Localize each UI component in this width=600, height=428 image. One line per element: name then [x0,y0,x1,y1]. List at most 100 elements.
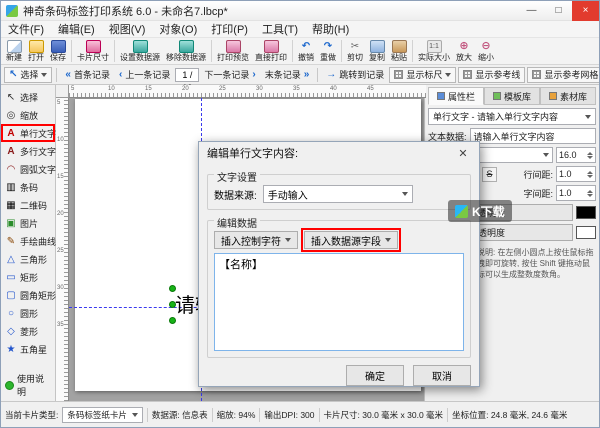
spinner-arrows-icon[interactable] [587,190,593,197]
rectangle-icon: ▭ [5,272,17,283]
show-guides-button[interactable]: 显示参考线 [458,67,525,83]
menu-help[interactable]: 帮助(H) [305,20,356,38]
tool-rectangle[interactable]: ▭矩形 [1,268,55,286]
tool-palette: ↖选择 ◎缩放 A单行文字 A多行文字 ◠圆弧文字 ▥条码 ▦二维码 ▣图片 ✎… [1,85,56,401]
materials-tab-icon [549,92,557,100]
text-content-textarea[interactable]: 【名称】 [214,253,464,351]
minimize-button[interactable]: — [518,1,545,21]
paste-button[interactable]: 粘贴 [388,38,410,64]
circle-icon: ○ [5,308,17,319]
tool-freehand-curve[interactable]: ✎手绘曲线 [1,232,55,250]
tool-multi-line-text[interactable]: A多行文字 [1,142,55,160]
copy-icon [370,40,385,53]
tool-barcode[interactable]: ▥条码 [1,178,55,196]
tool-single-line-text[interactable]: A单行文字 [1,124,55,142]
tool-arc-text[interactable]: ◠圆弧文字 [1,160,55,178]
tool-qrcode[interactable]: ▦二维码 [1,196,55,214]
menu-view[interactable]: 视图(V) [102,20,153,38]
watermark: K下载 [448,200,512,222]
tool-image[interactable]: ▣图片 [1,214,55,232]
tool-select[interactable]: ↖选择 [1,88,55,106]
tab-properties[interactable]: 属性栏 [428,87,484,105]
tool-circle[interactable]: ○圆形 [1,304,55,322]
zoom-in-button[interactable]: ⊕放大 [453,38,475,64]
undo-button[interactable]: ↶撤销 [295,38,317,64]
selection-handle-top[interactable] [169,285,176,292]
last-record-button[interactable]: 末条记录» [261,67,314,82]
first-record-button[interactable]: «首条记录 [61,67,114,82]
char-spacing-spinner[interactable]: 1.0 [556,185,596,201]
redo-button[interactable]: ↷重做 [317,38,339,64]
menu-print[interactable]: 打印(P) [204,20,255,38]
open-button[interactable]: 打开 [25,38,47,64]
show-ruler-button[interactable]: 显示标尺 [389,67,456,83]
actual-size-button[interactable]: 1:1实际大小 [415,38,453,64]
zoom-out-button[interactable]: ⊖缩小 [475,38,497,64]
next-record-icon: › [252,70,255,79]
text-color-swatch[interactable] [576,206,596,219]
toolbar-separator [211,40,212,62]
line-spacing-spinner[interactable]: 1.0 [556,166,596,182]
tool-diamond[interactable]: ◇菱形 [1,322,55,340]
print-preview-button[interactable]: 打印预览 [214,38,252,64]
triangle-icon: △ [5,254,17,265]
object-select-combo[interactable]: 单行文字 - 请输入单行文字内容 [428,108,596,125]
insert-datasource-field-button[interactable]: 插入数据源字段 [304,231,398,249]
direct-print-button[interactable]: 直接打印 [252,38,290,64]
maximize-button[interactable]: □ [545,1,572,21]
new-button[interactable]: 新建 [3,38,25,64]
toolbar-separator [71,40,72,62]
save-button[interactable]: 保存 [47,38,69,64]
edit-data-group: 编辑数据 插入控制字符 插入数据源字段 【名称】 [207,220,471,358]
font-size-spinner[interactable]: 16.0 [556,147,596,163]
menu-tools[interactable]: 工具(T) [255,20,305,38]
ruler-vertical: 5101520253035 [56,98,69,401]
spinner-arrows-icon[interactable] [587,152,593,159]
goto-record-button[interactable]: →跳转到记录 [322,67,388,82]
last-record-icon: » [304,70,310,79]
close-button[interactable]: × [572,1,599,21]
tool-rounded-rectangle[interactable]: ▢圆角矩形 [1,286,55,304]
set-datasource-button[interactable]: 设置数据源 [117,38,163,64]
menu-edit[interactable]: 编辑(E) [51,20,102,38]
next-record-button[interactable]: 下一条记录› [200,67,259,82]
dialog-close-button[interactable]: ✕ [449,142,477,164]
card-size-button[interactable]: 卡片尺寸 [74,38,112,64]
data-source-combo[interactable]: 手动输入 [263,185,413,203]
cancel-button[interactable]: 取消 [413,365,471,386]
strikethrough-button[interactable]: S [482,167,497,182]
text-data-input[interactable]: 请输入单行文字内容 [470,128,596,144]
data-source-label: 数据来源: [214,187,257,202]
toolbar-separator [114,40,115,62]
tool-triangle[interactable]: △三角形 [1,250,55,268]
spinner-arrows-icon[interactable] [587,171,593,178]
help-button[interactable]: 使用说明 [1,369,55,401]
cut-button[interactable]: ✂剪切 [344,38,366,64]
prev-record-button[interactable]: ‹上一条记录 [115,67,174,82]
ok-button[interactable]: 确定 [346,365,404,386]
remove-datasource-button[interactable]: 移除数据源 [163,38,209,64]
tab-materials[interactable]: 素材库 [540,87,596,105]
selection-handle-middle[interactable] [169,301,176,308]
menu-object[interactable]: 对象(O) [152,20,204,38]
ruler-horizontal: 51015202530354045 [69,85,426,98]
menu-file[interactable]: 文件(F) [1,20,51,38]
datasource-status: 数据源: 信息表 [152,409,208,421]
zoom-tool-icon: ◎ [5,110,17,121]
card-type-select[interactable]: 条码标签纸卡片 [62,407,143,423]
copy-button[interactable]: 复制 [366,38,388,64]
status-separator [447,408,448,422]
toolbar-separator [412,40,413,62]
insert-control-char-button[interactable]: 插入控制字符 [214,231,298,249]
bg-color-swatch[interactable] [576,226,596,239]
tool-zoom[interactable]: ◎缩放 [1,106,55,124]
object-selector-button[interactable]: ↖ 选择 [4,67,52,83]
card-type-label: 当前卡片类型: [5,409,58,421]
barcode-icon: ▥ [5,182,17,193]
tool-star[interactable]: ★五角星 [1,340,55,358]
dropdown-arrow-icon [585,115,591,119]
tab-templates[interactable]: 模板库 [484,87,540,105]
card-size-icon [86,40,101,53]
selection-handle-bottom[interactable] [169,317,176,324]
show-grid-button[interactable]: 显示参考网格 [527,67,600,83]
